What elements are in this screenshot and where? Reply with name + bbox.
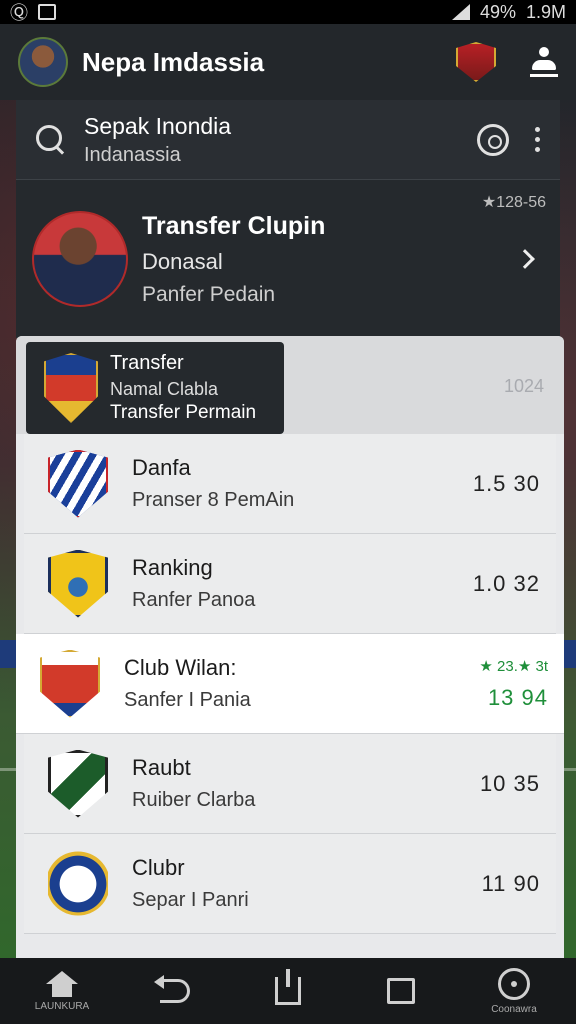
share-icon[interactable] xyxy=(275,969,301,1005)
bottom-nav: LAUNKURA Coonawra xyxy=(0,958,576,1024)
club-crest-icon xyxy=(48,449,108,518)
row-title: Raubt xyxy=(132,755,191,780)
tooltip-line2: Transfer Permain xyxy=(110,402,257,423)
list-item[interactable]: Transfer Namal Clabla Transfer Permain 1… xyxy=(16,336,564,434)
row-value: 1.0 32 xyxy=(472,570,540,596)
profile-icon[interactable] xyxy=(530,47,558,77)
nav-home-label: LAUNKURA xyxy=(34,1000,90,1012)
row-subtitle: Sanfer I Pania xyxy=(124,689,251,711)
club-crest-icon xyxy=(48,549,108,618)
home-icon[interactable] xyxy=(46,970,78,997)
row-subtitle: Pranser 8 PemAin xyxy=(132,489,295,511)
zoom-icon[interactable] xyxy=(477,123,509,156)
status-app-icon: Ⓠ xyxy=(10,3,28,23)
circle-icon[interactable] xyxy=(498,967,530,1000)
club-crest-icon xyxy=(48,749,108,818)
avatar[interactable] xyxy=(18,37,68,87)
player-photo xyxy=(32,211,128,307)
featured-line2: Panfer Pedain xyxy=(142,282,276,306)
row-title: Club Wilan: xyxy=(124,655,237,680)
list-item-value: 1024 xyxy=(503,376,544,396)
row-subtitle: Separ I Panri xyxy=(132,889,249,911)
row-value: 1.5 30 xyxy=(472,470,540,496)
club-crest-icon xyxy=(48,851,108,916)
recent-icon[interactable] xyxy=(387,978,415,1004)
back-icon[interactable] xyxy=(154,975,190,1003)
more-icon[interactable] xyxy=(535,127,540,152)
row-text: Club Wilan: Sanfer I Pania xyxy=(124,655,479,712)
status-time: 1.9M xyxy=(525,1,566,22)
row-subtitle: Ruiber Clarba xyxy=(132,789,256,811)
list-item[interactable]: Raubt Ruiber Clarba 10 35 xyxy=(24,734,556,834)
row-text: Danfa Pranser 8 PemAin xyxy=(132,455,473,512)
club-crest-icon xyxy=(44,353,98,423)
search-input[interactable]: Sepak Inondia Indanassia xyxy=(84,113,477,167)
club-crest-icon[interactable] xyxy=(456,42,496,82)
featured-card[interactable]: Transfer Clupin Donasal Panfer Pedain ★1… xyxy=(16,180,560,338)
row-value-group: ★ 23.★ 3t 13 94 xyxy=(479,657,548,711)
row-value: 10 35 xyxy=(479,770,540,796)
search-icon[interactable] xyxy=(36,124,66,155)
row-text: Ranking Ranfer Panoa xyxy=(132,555,473,612)
status-left: Ⓠ xyxy=(10,0,56,25)
status-bar: Ⓠ 49% 1.9M xyxy=(0,0,576,24)
tooltip-text: Transfer Namal Clabla Transfer Permain xyxy=(110,352,256,424)
gallery-icon xyxy=(38,4,56,20)
nav-last[interactable]: Coonawra xyxy=(474,967,554,1015)
battery-level: 49% xyxy=(479,1,516,22)
row-text: Clubr Separ I Panri xyxy=(132,855,482,912)
app-header: Nepa Imdassia xyxy=(0,24,576,100)
tooltip-title: Transfer xyxy=(110,352,184,374)
nav-last-label: Coonawra xyxy=(491,1003,537,1015)
list-item-selected[interactable]: Club Wilan: Sanfer I Pania ★ 23.★ 3t 13 … xyxy=(16,634,564,734)
featured-text: Transfer Clupin Donasal Panfer Pedain xyxy=(142,212,518,307)
featured-title: Transfer Clupin xyxy=(142,211,326,240)
row-title: Clubr xyxy=(132,855,185,880)
featured-line1: Donasal xyxy=(142,248,223,274)
signal-icon xyxy=(451,4,470,20)
nav-home[interactable]: LAUNKURA xyxy=(22,970,102,1012)
row-title: Danfa xyxy=(132,455,191,480)
club-list: Transfer Namal Clabla Transfer Permain 1… xyxy=(16,336,564,958)
tooltip-line1: Namal Clabla xyxy=(110,379,219,399)
nav-back[interactable] xyxy=(135,975,215,1003)
chevron-right-icon[interactable] xyxy=(515,249,535,269)
search-value: Sepak Inondia xyxy=(84,112,232,139)
row-value: 11 90 xyxy=(481,870,540,896)
row-value: 13 94 xyxy=(487,684,548,710)
transfer-tooltip: Transfer Namal Clabla Transfer Permain xyxy=(26,342,284,434)
page-title: Nepa Imdassia xyxy=(82,46,265,77)
list-item[interactable]: Clubr Separ I Panri 11 90 xyxy=(24,834,556,934)
rating-stars: ★ 23.★ 3t xyxy=(479,657,548,675)
list-item[interactable]: Danfa Pranser 8 PemAin 1.5 30 xyxy=(24,434,556,534)
list-item[interactable]: Ranking Ranfer Panoa 1.0 32 xyxy=(24,534,556,634)
row-title: Ranking xyxy=(132,555,213,580)
club-crest-icon xyxy=(40,649,100,718)
featured-meta: ★128-56 xyxy=(481,194,546,211)
status-right: 49% 1.9M xyxy=(451,1,566,23)
row-subtitle: Ranfer Panoa xyxy=(132,589,256,611)
search-bar[interactable]: Sepak Inondia Indanassia xyxy=(16,100,560,180)
nav-share[interactable] xyxy=(248,969,328,1005)
search-subtitle: Indanassia xyxy=(84,143,181,166)
row-text: Raubt Ruiber Clarba xyxy=(132,755,480,812)
nav-recent[interactable] xyxy=(361,978,441,1004)
